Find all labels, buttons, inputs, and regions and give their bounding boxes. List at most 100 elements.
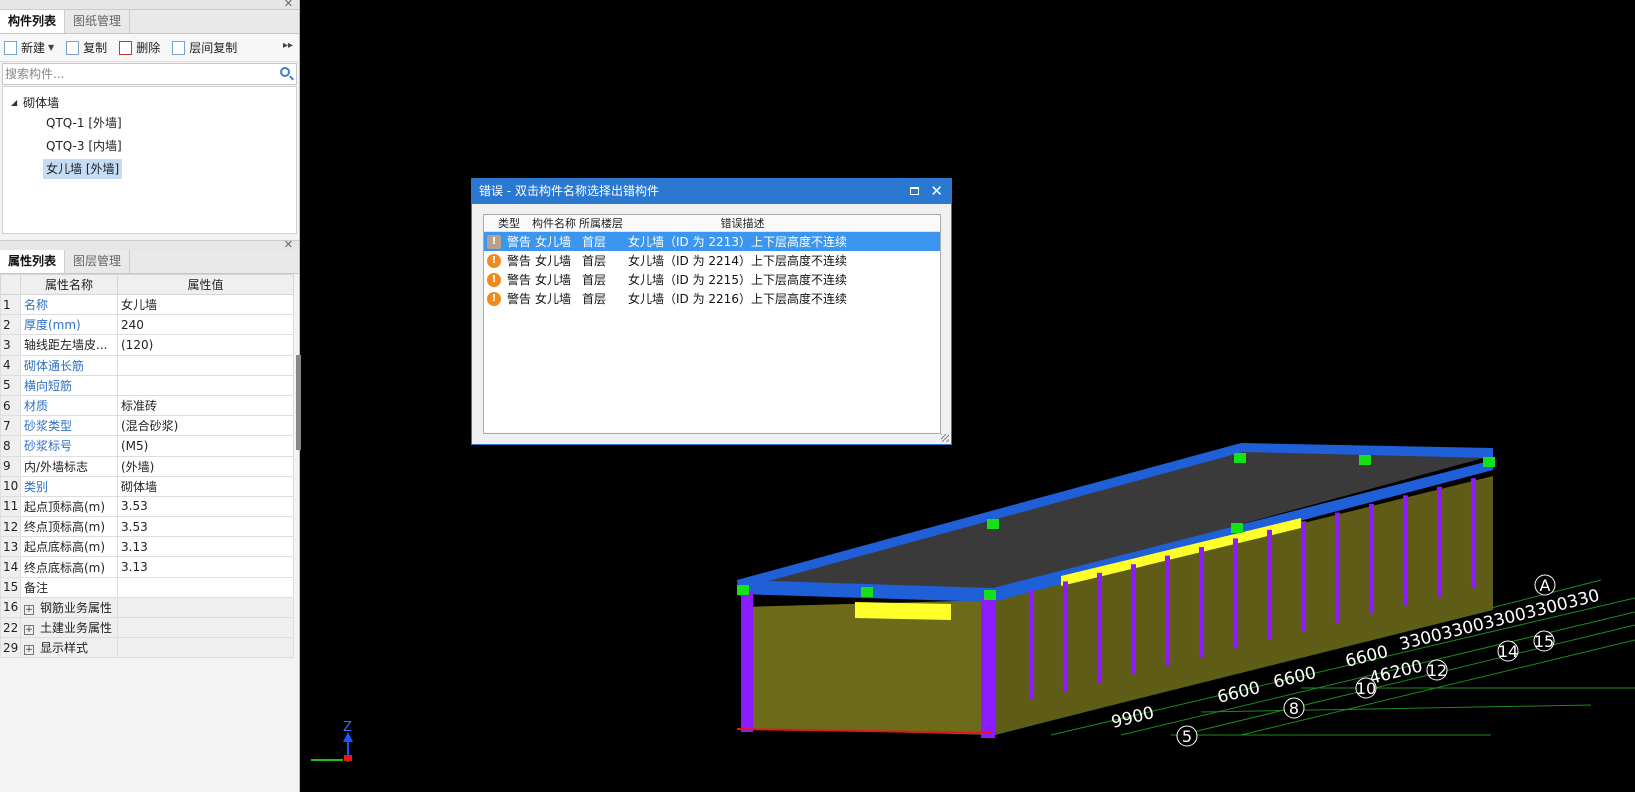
property-row[interactable]: 3 轴线距左墙皮... (120): [0, 334, 294, 356]
column: [1063, 581, 1068, 692]
property-value[interactable]: 标准砖: [117, 394, 294, 417]
new-icon: [4, 40, 17, 55]
expand-plus-icon[interactable]: +: [24, 625, 34, 636]
tab-drawing-management[interactable]: 图纸管理: [65, 10, 131, 33]
row-number: 4: [0, 354, 21, 376]
col-type[interactable]: 类型: [484, 215, 532, 231]
property-value[interactable]: (外墙): [117, 455, 294, 477]
error-component-name[interactable]: 女儿墙: [535, 271, 582, 288]
error-row[interactable]: ! 警告 女儿墙 首层 女儿墙（ID 为 2215）上下层高度不连续: [484, 270, 940, 289]
col-name[interactable]: 构件名称: [532, 215, 579, 231]
tree-item-label: QTQ-3 [内墙]: [46, 139, 122, 153]
property-name: 材质: [20, 394, 118, 417]
search-box: [2, 63, 297, 85]
more-chevron-icon[interactable]: ▸▸: [283, 40, 293, 51]
property-row[interactable]: 5 横向短筋: [0, 374, 294, 396]
error-description: 女儿墙（ID 为 2216）上下层高度不连续: [628, 292, 847, 306]
col-desc[interactable]: 错误描述: [625, 215, 940, 231]
property-group-name[interactable]: + 土建业务属性: [20, 616, 118, 639]
tab-component-list[interactable]: 构件列表: [0, 10, 66, 33]
property-value-header: 属性值: [117, 274, 294, 295]
error-row-selected[interactable]: ! 警告 女儿墙 首层 女儿墙（ID 为 2213）上下层高度不连续: [484, 232, 940, 251]
property-group-name[interactable]: + 钢筋业务属性: [20, 596, 118, 619]
expand-plus-icon[interactable]: +: [24, 645, 34, 656]
copy-button[interactable]: 复制: [66, 39, 107, 56]
copy-icon: [66, 40, 80, 55]
property-value[interactable]: [117, 576, 294, 598]
property-row[interactable]: 6 材质 标准砖: [0, 394, 294, 417]
left-panel: ✕ 构件列表 图纸管理 新建 ▼ 复制 删除 层间复制 ▸▸ ◢ 砌体墙: [0, 0, 300, 792]
property-name: 起点顶标高(m): [20, 495, 118, 518]
search-icon[interactable]: [280, 67, 290, 77]
property-value[interactable]: 3.13: [117, 556, 294, 578]
expand-plus-icon[interactable]: +: [24, 604, 34, 615]
property-row[interactable]: 9 内/外墙标志 (外墙): [0, 455, 294, 477]
tree-item[interactable]: QTQ-1 [外墙]: [3, 113, 296, 136]
property-group-name[interactable]: + 显示样式: [20, 637, 118, 659]
floor-copy-button[interactable]: 层间复制: [172, 39, 237, 56]
error-component-name[interactable]: 女儿墙: [535, 252, 582, 269]
new-button[interactable]: 新建 ▼: [4, 39, 54, 56]
error-row[interactable]: ! 警告 女儿墙 首层 女儿墙（ID 为 2216）上下层高度不连续: [484, 289, 940, 308]
property-row[interactable]: 11 起点顶标高(m) 3.53: [0, 495, 294, 518]
property-value[interactable]: 女儿墙: [117, 293, 294, 316]
property-value[interactable]: 3.13: [117, 536, 294, 558]
error-row[interactable]: ! 警告 女儿墙 首层 女儿墙（ID 为 2214）上下层高度不连续: [484, 251, 940, 270]
property-value[interactable]: (120): [117, 334, 294, 356]
property-row[interactable]: 2 厚度(mm) 240: [0, 314, 294, 336]
close-icon[interactable]: ✕: [930, 179, 943, 204]
property-value[interactable]: 240: [117, 314, 294, 336]
tab-layer-management[interactable]: 图层管理: [65, 250, 131, 273]
property-row[interactable]: 14 终点底标高(m) 3.13: [0, 556, 294, 578]
delete-button[interactable]: 删除: [119, 39, 160, 56]
close-icon[interactable]: ✕: [284, 238, 293, 252]
property-row[interactable]: 10 类别 砌体墙: [0, 475, 294, 497]
maximize-icon[interactable]: [910, 187, 919, 195]
property-value[interactable]: [117, 354, 294, 376]
error-component-name[interactable]: 女儿墙: [535, 233, 582, 250]
property-row[interactable]: 12 终点顶标高(m) 3.53: [0, 516, 294, 538]
property-row[interactable]: 13 起点底标高(m) 3.13: [0, 536, 294, 558]
column: [1403, 495, 1408, 606]
property-value[interactable]: [117, 374, 294, 396]
beam: [855, 602, 951, 620]
property-value[interactable]: 砌体墙: [117, 475, 294, 497]
dialog-titlebar[interactable]: 错误 - 双击构件名称选择出错构件 ✕: [472, 179, 951, 204]
property-name: 砂浆类型: [20, 415, 118, 437]
close-icon[interactable]: ✕: [284, 0, 293, 11]
property-row[interactable]: 7 砂浆类型 (混合砂浆): [0, 415, 294, 437]
expanded-triangle-icon[interactable]: ◢: [11, 98, 17, 107]
property-group-value: [117, 596, 294, 619]
property-row[interactable]: 15 备注: [0, 576, 294, 598]
property-name: 轴线距左墙皮...: [20, 334, 118, 356]
property-group-row[interactable]: 22 + 土建业务属性: [0, 616, 294, 639]
property-value[interactable]: (M5): [117, 435, 294, 457]
resize-grip-icon[interactable]: [941, 434, 949, 442]
search-input[interactable]: [3, 64, 263, 84]
error-component-name[interactable]: 女儿墙: [535, 290, 582, 307]
error-marker: [984, 590, 996, 600]
column: [1029, 590, 1034, 700]
property-value[interactable]: 3.53: [117, 516, 294, 538]
property-row[interactable]: 1 名称 女儿墙: [0, 293, 294, 316]
row-number: 15: [0, 576, 21, 598]
property-group-row[interactable]: 29 + 显示样式: [0, 637, 294, 659]
component-panel-titlebar: ✕: [0, 0, 299, 10]
tree-root-label: 砌体墙: [23, 95, 60, 110]
tree-item[interactable]: QTQ-3 [内墙]: [3, 136, 296, 159]
property-row[interactable]: 8 砂浆标号 (M5): [0, 435, 294, 457]
dialog-title: 错误 - 双击构件名称选择出错构件: [479, 184, 659, 198]
property-value[interactable]: (混合砂浆): [117, 415, 294, 437]
property-value[interactable]: 3.53: [117, 495, 294, 518]
col-floor[interactable]: 所属楼层: [579, 215, 625, 231]
property-group-row[interactable]: 16 + 钢筋业务属性: [0, 596, 294, 619]
tree-root-masonry-wall[interactable]: ◢ 砌体墙: [3, 91, 296, 113]
row-number: 1: [0, 293, 21, 316]
component-tree: ◢ 砌体墙 QTQ-1 [外墙] QTQ-3 [内墙] 女儿墙 [外墙]: [2, 86, 297, 234]
tree-item-selected[interactable]: 女儿墙 [外墙]: [3, 159, 296, 182]
tab-property-list[interactable]: 属性列表: [0, 250, 66, 273]
property-row[interactable]: 4 砌体通长筋: [0, 354, 294, 376]
axis-bubble-label: 14: [1498, 642, 1518, 661]
row-number: 3: [0, 334, 21, 356]
error-type: 警告: [507, 254, 532, 268]
